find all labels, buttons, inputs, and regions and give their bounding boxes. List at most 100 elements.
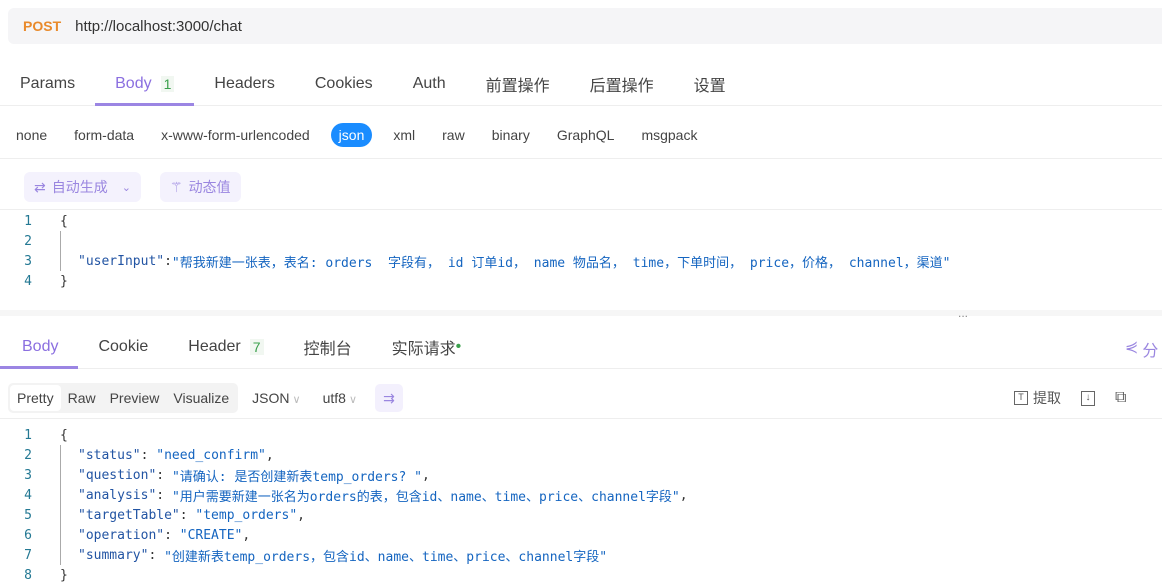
request-body-editor[interactable]: 1{2 3 "userInput": "帮我新建一张表，表名: orders 字段有，…	[0, 211, 1162, 291]
json-value: "帮我新建一张表，表名: orders 字段有， id 订单id， name 物…	[171, 255, 951, 271]
tab-设置[interactable]: 设置	[674, 62, 746, 105]
indent-guide	[60, 231, 78, 251]
url-input[interactable]: http://localhost:3000/chat	[75, 18, 242, 35]
code-line: 3 "question": "请确认: 是否创建新表temp_orders? ",	[0, 465, 1162, 485]
line-number: 1	[24, 427, 32, 443]
word-wrap-icon[interactable]: ⇉	[375, 384, 403, 412]
code-line: 7 "summary": "创建新表temp_orders，包含id、name、t…	[0, 545, 1162, 565]
line-number: 3	[24, 467, 32, 483]
line-number: 6	[24, 527, 32, 543]
extract-label: 提取	[1033, 390, 1061, 406]
code-line: 1{	[0, 425, 1162, 445]
line-number: 1	[24, 213, 32, 229]
comma: ,	[265, 447, 274, 463]
tab-label: 前置操作	[485, 77, 550, 95]
json-value: "用户需要新建一张名为orders的表，包含id、name、time、price…	[171, 489, 680, 505]
response-actions: T 提取 ↓ ⧉	[1014, 388, 1126, 408]
copy-icon[interactable]: ⧉	[1115, 389, 1126, 407]
response-tab-1[interactable]: Cookie	[78, 326, 168, 368]
request-tabs: Params Body 1 Headers Cookies Auth 前置操作 后置操作 设置	[0, 62, 1162, 106]
code-line: 2	[0, 231, 1162, 251]
response-tab-3[interactable]: 控制台	[284, 326, 372, 368]
url-bar[interactable]: POST http://localhost:3000/chat	[8, 8, 1162, 44]
body-type-selector: none form-data x-www-form-urlencoded json xm…	[0, 120, 1162, 150]
view-pretty[interactable]: Pretty	[10, 385, 61, 411]
indent-guide	[60, 485, 78, 505]
separator: :	[156, 467, 172, 483]
chevron-down-icon[interactable]: ⌄	[122, 181, 131, 194]
body-type-none[interactable]: none	[10, 124, 53, 146]
extract-icon: T	[1014, 391, 1028, 405]
share-button[interactable]: ⋞ 分	[1125, 337, 1158, 361]
indent-guide	[60, 445, 78, 465]
json-key: "operation"	[78, 527, 165, 543]
tab-auth[interactable]: Auth	[393, 62, 466, 105]
line-number: 8	[24, 567, 32, 583]
line-number: 5	[24, 507, 32, 523]
tab-前置操作[interactable]: 前置操作	[466, 62, 570, 105]
body-type-binary[interactable]: binary	[486, 124, 536, 146]
auto-generate-button[interactable]: ⇄ 自动生成 ⌄	[24, 172, 141, 202]
body-type-json[interactable]: json	[330, 123, 373, 147]
json-key: "status"	[78, 447, 141, 463]
body-type-form-data[interactable]: form-data	[68, 124, 140, 146]
magic-wand-icon: ⚚	[170, 178, 183, 195]
separator: :	[164, 253, 172, 269]
separator: :	[164, 527, 180, 543]
comma: ,	[297, 507, 305, 523]
tab-label: 实际请求	[391, 341, 456, 358]
dynamic-value-label: 动态值	[188, 179, 231, 195]
download-icon[interactable]: ↓	[1081, 390, 1095, 406]
line-number: 3	[24, 253, 32, 269]
tab-badge: 7	[249, 339, 264, 355]
line-number: 2	[24, 233, 32, 249]
tab-cookies[interactable]: Cookies	[295, 62, 393, 105]
tab-body[interactable]: Body 1	[95, 62, 195, 106]
http-method[interactable]: POST	[23, 18, 61, 34]
response-tab-4[interactable]: 实际请求 •	[372, 326, 482, 368]
comma: ,	[422, 467, 430, 483]
panel-splitter[interactable]: ...	[958, 306, 968, 320]
tab-label: 控制台	[303, 341, 352, 358]
tab-label: 设置	[693, 77, 726, 95]
code-line: 2 "status": "need_confirm",	[0, 445, 1162, 465]
chevron-down-icon: ∨	[292, 394, 301, 406]
view-raw[interactable]: Raw	[61, 385, 103, 411]
extract-button[interactable]: T 提取	[1014, 388, 1061, 408]
code-line: 3 "userInput": "帮我新建一张表，表名: orders 字段有， id…	[0, 251, 1162, 271]
code-line: 6 "operation": "CREATE",	[0, 525, 1162, 545]
code-line: 8}	[0, 565, 1162, 585]
code-line: 4 "analysis": "用户需要新建一张名为orders的表，包含id、na…	[0, 485, 1162, 505]
body-type-x-www-form-urlencoded[interactable]: x-www-form-urlencoded	[155, 124, 316, 146]
format-dropdown[interactable]: JSON ∨	[252, 390, 300, 406]
swap-icon: ⇄	[34, 178, 46, 195]
separator: :	[179, 507, 196, 523]
comma: ,	[242, 527, 251, 543]
tab-badge: 1	[160, 75, 175, 92]
line-number: 2	[24, 447, 32, 463]
code-line: 5 "targetTable": "temp_orders",	[0, 505, 1162, 525]
dynamic-value-button[interactable]: ⚚ 动态值	[160, 172, 241, 202]
response-tab-0[interactable]: Body	[0, 326, 79, 369]
tab-params[interactable]: Params	[0, 62, 95, 105]
body-type-msgpack[interactable]: msgpack	[635, 124, 703, 146]
view-preview[interactable]: Preview	[103, 385, 167, 411]
json-key: "question"	[78, 467, 157, 483]
json-value: "need_confirm"	[156, 447, 266, 463]
share-label: 分	[1142, 343, 1159, 360]
indent-guide	[60, 525, 78, 545]
response-tab-2[interactable]: Header 7	[168, 326, 283, 368]
line-number: 4	[24, 487, 32, 503]
view-visualize[interactable]: Visualize	[166, 385, 236, 411]
body-type-graphql[interactable]: GraphQL	[551, 124, 621, 146]
tab-后置操作[interactable]: 后置操作	[570, 62, 674, 105]
indent-guide	[60, 505, 78, 525]
tab-headers[interactable]: Headers	[194, 62, 294, 105]
body-type-raw[interactable]: raw	[436, 124, 471, 146]
brace: {	[60, 427, 68, 443]
json-key: "summary"	[78, 547, 149, 563]
code-line: 4}	[0, 271, 1162, 291]
body-type-xml[interactable]: xml	[387, 124, 421, 146]
encoding-dropdown[interactable]: utf8 ∨	[323, 390, 357, 406]
json-value: "请确认: 是否创建新表temp_orders? "	[171, 469, 422, 485]
